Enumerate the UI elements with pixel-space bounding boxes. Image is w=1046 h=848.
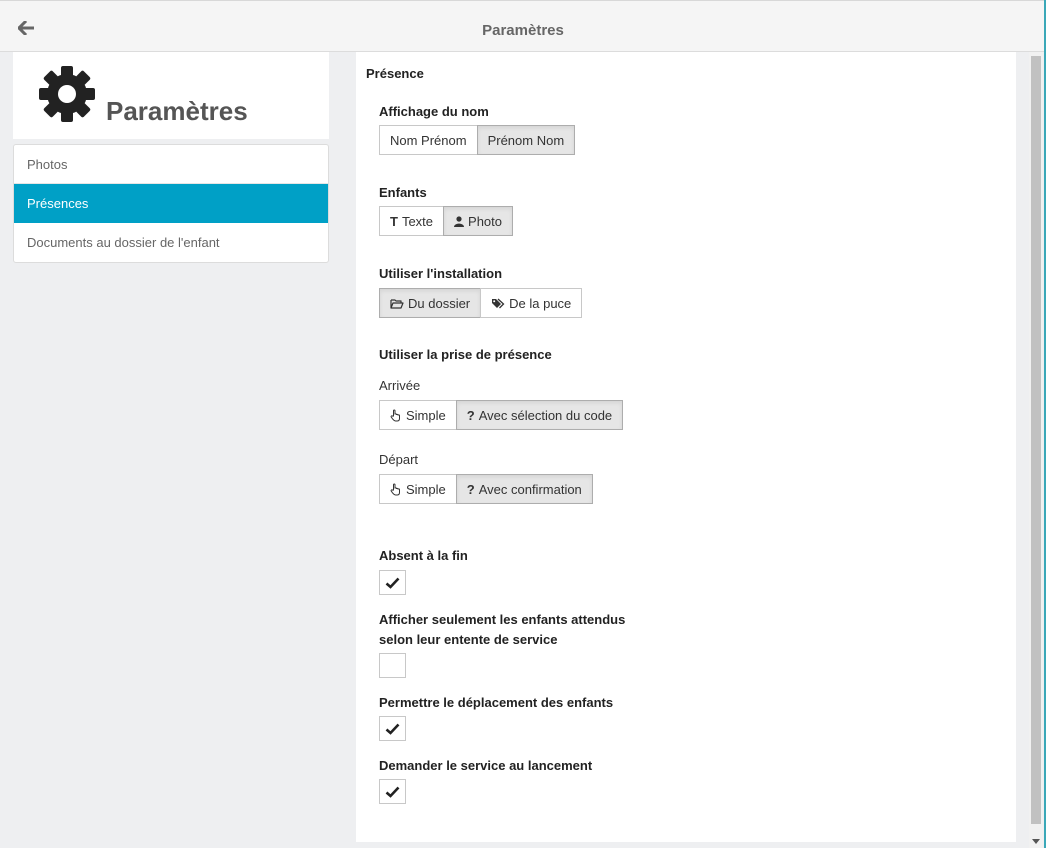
hand-pointer-icon	[390, 409, 400, 421]
sidebar-nav: Photos Présences Documents au dossier de…	[13, 144, 329, 263]
question-icon: ?	[466, 407, 475, 423]
page-title: Paramètres	[482, 22, 564, 39]
gear-icon	[39, 66, 95, 122]
arrival-code-select-button[interactable]: ? Avec sélection du code	[455, 400, 624, 430]
arrival-simple-button[interactable]: Simple	[379, 400, 457, 430]
scrollbar-thumb[interactable]	[1031, 56, 1041, 824]
installation-label: Utiliser l'installation	[379, 266, 503, 281]
expected-only-checkbox[interactable]	[379, 653, 406, 678]
sidebar-item-photos[interactable]: Photos	[14, 145, 328, 184]
ask-service-label: Demander le service au lancement	[379, 758, 593, 773]
scrollbar[interactable]	[1029, 52, 1043, 848]
check-icon	[385, 723, 400, 735]
sidebar-item-documents[interactable]: Documents au dossier de l'enfant	[14, 223, 328, 262]
section-title: Présence	[366, 66, 424, 81]
children-label: Enfants	[379, 185, 427, 200]
departure-simple-button[interactable]: Simple	[379, 474, 457, 504]
name-display-label: Affichage du nom	[379, 104, 489, 119]
check-icon	[385, 786, 400, 798]
arrival-label: Arrivée	[379, 378, 421, 393]
allow-move-label: Permettre le déplacement des enfants	[379, 695, 614, 710]
settings-panel: Présence Affichage du nom Nom Prénom Pré…	[356, 52, 1016, 842]
name-order-firstlast-button[interactable]: Prénom Nom	[476, 125, 576, 155]
children-display-group: T Texte Photo	[379, 206, 514, 236]
installation-chip-button[interactable]: De la puce	[480, 288, 583, 318]
departure-group: Simple ? Avec confirmation	[379, 474, 593, 504]
sidebar-title: Paramètres	[106, 96, 248, 126]
hand-pointer-icon	[390, 483, 400, 495]
installation-group: Du dossier De la puce	[379, 288, 583, 318]
folder-open-icon	[390, 298, 404, 309]
children-photo-button[interactable]: Photo	[443, 206, 514, 236]
name-display-group: Nom Prénom Prénom Nom	[379, 125, 576, 155]
tags-icon	[492, 298, 505, 308]
user-icon	[454, 215, 465, 227]
expected-only-label: Afficher seulement les enfants attendus …	[379, 612, 626, 647]
question-icon: ?	[466, 481, 475, 497]
ask-service-checkbox[interactable]	[379, 779, 406, 804]
name-order-lastfirst-button[interactable]: Nom Prénom	[379, 125, 478, 155]
absent-end-checkbox[interactable]	[379, 570, 406, 595]
sidebar-header: Paramètres	[13, 52, 329, 139]
departure-confirm-button[interactable]: ? Avec confirmation	[455, 474, 593, 504]
allow-move-checkbox[interactable]	[379, 716, 406, 741]
text-icon: T	[390, 213, 398, 229]
arrival-group: Simple ? Avec sélection du code	[379, 400, 624, 430]
scroll-down-icon[interactable]	[1032, 839, 1040, 844]
presence-label: Utiliser la prise de présence	[379, 347, 552, 362]
absent-end-label: Absent à la fin	[379, 548, 468, 563]
sidebar-item-presences[interactable]: Présences	[14, 184, 328, 223]
check-icon	[385, 577, 400, 589]
top-bar: Paramètres	[0, 0, 1046, 52]
departure-label: Départ	[379, 452, 419, 467]
children-text-button[interactable]: T Texte	[379, 206, 445, 236]
installation-folder-button[interactable]: Du dossier	[379, 288, 482, 318]
